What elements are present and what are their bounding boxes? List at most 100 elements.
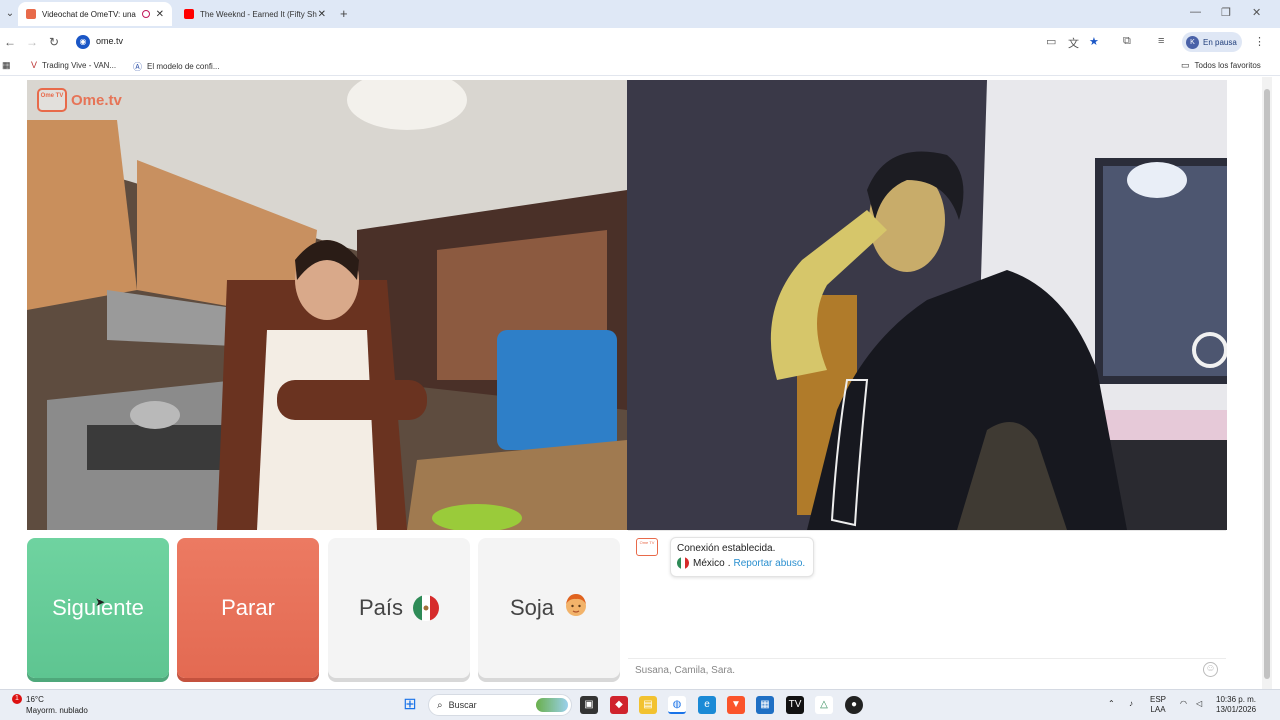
stop-label: Parar bbox=[221, 595, 275, 620]
anydesk-icon[interactable]: ◆ bbox=[610, 696, 628, 714]
tradingview-icon[interactable]: TV bbox=[786, 696, 804, 714]
profile-button[interactable]: K En pausa bbox=[1182, 32, 1242, 52]
emoji-icon[interactable]: ☺ bbox=[1203, 662, 1218, 677]
bookmark-trading[interactable]: V Trading Vive - VAN... bbox=[31, 60, 116, 70]
windows-taskbar: 1 16°C Mayorm. nublado ⊞ ⌕ Buscar ▣ ◆ ▤ … bbox=[0, 689, 1280, 720]
apps-grid-icon[interactable]: ▦ bbox=[2, 60, 16, 71]
temperature: 16°C bbox=[26, 695, 44, 704]
address-bar[interactable]: ◉ ome.tv bbox=[70, 31, 1110, 53]
url-text: ome.tv bbox=[96, 36, 124, 46]
microphone-icon[interactable]: ♪ bbox=[1129, 699, 1133, 709]
edge-icon[interactable]: e bbox=[698, 696, 716, 714]
chat-panel: Ome TV Conexión establecida. México . Re… bbox=[628, 530, 1226, 680]
stranger-video-frame bbox=[27, 80, 627, 530]
date: 13/01/2026 bbox=[1216, 705, 1257, 714]
tab-bar: ⌄ Videochat de OmeTV: una ✕ The Weeknd -… bbox=[0, 0, 1280, 28]
mexico-flag-icon bbox=[413, 595, 440, 621]
chat-input-placeholder: Susana, Camila, Sara. bbox=[635, 665, 736, 676]
boy-face-icon bbox=[564, 592, 588, 624]
bookmarks-bar: ▦ V Trading Vive - VAN... Ⓐ El modelo de… bbox=[0, 56, 1280, 76]
stranger-video: Ome TV Ome.tv bbox=[27, 80, 627, 530]
language-indicator[interactable]: ESP LAA bbox=[1150, 695, 1166, 715]
ometv-chat-icon: Ome TV bbox=[636, 538, 658, 556]
close-tab-icon[interactable]: ✕ bbox=[156, 9, 164, 20]
browser-toolbar: ← → ↻ ◉ ome.tv ▭ 文 ★ ⧉ ≡ K En pausa ⋮ bbox=[0, 28, 1280, 56]
stop-button[interactable]: Parar bbox=[177, 538, 319, 678]
weather-widget[interactable]: 1 16°C Mayorm. nublado bbox=[8, 694, 88, 716]
chat-input[interactable]: Susana, Camila, Sara. ☺ bbox=[628, 658, 1226, 680]
app-triangle-icon[interactable]: △ bbox=[815, 696, 833, 714]
translate-icon[interactable]: 文 bbox=[1068, 35, 1079, 51]
brave-icon[interactable]: ▼ bbox=[727, 696, 745, 714]
time: 10:36 p. m. bbox=[1216, 695, 1257, 704]
task-view-icon[interactable]: ▣ bbox=[580, 696, 598, 714]
close-tab-icon[interactable]: ✕ bbox=[318, 9, 326, 20]
keyboard-layout: LAA bbox=[1150, 705, 1166, 714]
ometv-page: Ome TV Ome.tv Siguiente Parar País Soja … bbox=[0, 77, 1280, 689]
country-selector-button[interactable]: País bbox=[328, 538, 470, 678]
bookmark-label: Trading Vive - VAN... bbox=[42, 60, 117, 70]
profile-status: En pausa bbox=[1203, 37, 1237, 47]
close-window-icon[interactable]: ✕ bbox=[1252, 6, 1261, 19]
logo-text: Ome.tv bbox=[71, 91, 122, 109]
minimize-icon[interactable]: — bbox=[1190, 6, 1201, 18]
extensions-icon[interactable]: ⧉ bbox=[1123, 35, 1131, 48]
tab-title: Videochat de OmeTV: una bbox=[42, 9, 136, 19]
ometv-tv-icon: Ome TV bbox=[37, 88, 67, 112]
self-video bbox=[627, 80, 1227, 530]
chrome-icon[interactable]: ◍ bbox=[668, 696, 686, 714]
folder-icon: ▭ bbox=[1181, 60, 1190, 70]
partner-country: México bbox=[693, 557, 725, 569]
media-control-icon[interactable]: ≡ bbox=[1158, 35, 1164, 47]
bookmark-modelo[interactable]: Ⓐ El modelo de confi... bbox=[133, 60, 220, 73]
search-placeholder: Buscar bbox=[448, 700, 477, 710]
ometv-favicon-icon bbox=[26, 9, 36, 19]
volume-icon[interactable]: ◁ bbox=[1196, 699, 1202, 709]
system-message: Conexión establecida. México . Reportar … bbox=[670, 537, 814, 577]
tab-youtube[interactable]: The Weeknd - Earned It (Fifty Sh ✕ bbox=[176, 2, 334, 26]
country-label: País bbox=[358, 595, 404, 620]
scroll-thumb[interactable] bbox=[1264, 89, 1270, 679]
taskbar-search[interactable]: ⌕ Buscar bbox=[428, 694, 572, 716]
bookmark-label: El modelo de confi... bbox=[147, 62, 220, 71]
tray-overflow-icon[interactable]: ⌃ bbox=[1108, 699, 1115, 709]
store-icon[interactable]: ▦ bbox=[756, 696, 774, 714]
tab-search-icon[interactable]: ⌄ bbox=[4, 8, 16, 20]
report-abuse-link[interactable]: Reportar abuso. bbox=[733, 558, 805, 569]
menu-icon[interactable]: ⋮ bbox=[1254, 35, 1265, 48]
network-icon[interactable]: ◠ bbox=[1180, 699, 1187, 709]
tab-ometv[interactable]: Videochat de OmeTV: una ✕ bbox=[18, 2, 172, 26]
all-bookmarks[interactable]: ▭ Todos los favoritos bbox=[1181, 60, 1261, 71]
search-highlight-icon bbox=[536, 698, 568, 712]
weather-condition: Mayorm. nublado bbox=[26, 706, 88, 715]
separator: . bbox=[727, 557, 731, 569]
new-tab-button[interactable]: + bbox=[340, 6, 348, 21]
recording-icon bbox=[141, 10, 150, 18]
forward-icon[interactable]: → bbox=[26, 35, 38, 49]
obs-icon[interactable]: ● bbox=[845, 696, 863, 714]
self-video-frame bbox=[627, 80, 1227, 530]
windows-start-icon[interactable]: ⊞ bbox=[401, 696, 419, 714]
clock[interactable]: 10:36 p. m. 13/01/2026 bbox=[1216, 695, 1256, 715]
bookmark-favicon-icon: V bbox=[31, 60, 38, 70]
mouse-cursor-icon: ➤ bbox=[95, 595, 106, 609]
avatar: K bbox=[1186, 35, 1199, 49]
back-icon[interactable]: ← bbox=[4, 35, 16, 49]
all-bookmarks-label: Todos los favoritos bbox=[1194, 61, 1261, 70]
bookmark-star-icon[interactable]: ★ bbox=[1089, 35, 1099, 48]
site-info-icon[interactable]: ◉ bbox=[76, 35, 90, 49]
maximize-icon[interactable]: ❐ bbox=[1221, 6, 1231, 19]
connection-status: Conexión establecida. bbox=[677, 543, 776, 554]
mexico-flag-icon bbox=[677, 557, 689, 569]
search-icon: ⌕ bbox=[437, 699, 443, 711]
tab-title: The Weeknd - Earned It (Fifty Sh bbox=[200, 9, 317, 19]
language-code: ESP bbox=[1150, 695, 1167, 704]
youtube-favicon-icon bbox=[184, 9, 194, 19]
cast-icon[interactable]: ▭ bbox=[1046, 35, 1056, 48]
page-scrollbar[interactable] bbox=[1262, 77, 1272, 689]
ometv-logo[interactable]: Ome TV Ome.tv bbox=[37, 88, 122, 112]
gender-selector-button[interactable]: Soja bbox=[478, 538, 620, 678]
bookmark-favicon-icon: Ⓐ bbox=[133, 62, 143, 72]
reload-icon[interactable]: ↻ bbox=[49, 35, 59, 49]
file-explorer-icon[interactable]: ▤ bbox=[639, 696, 657, 714]
